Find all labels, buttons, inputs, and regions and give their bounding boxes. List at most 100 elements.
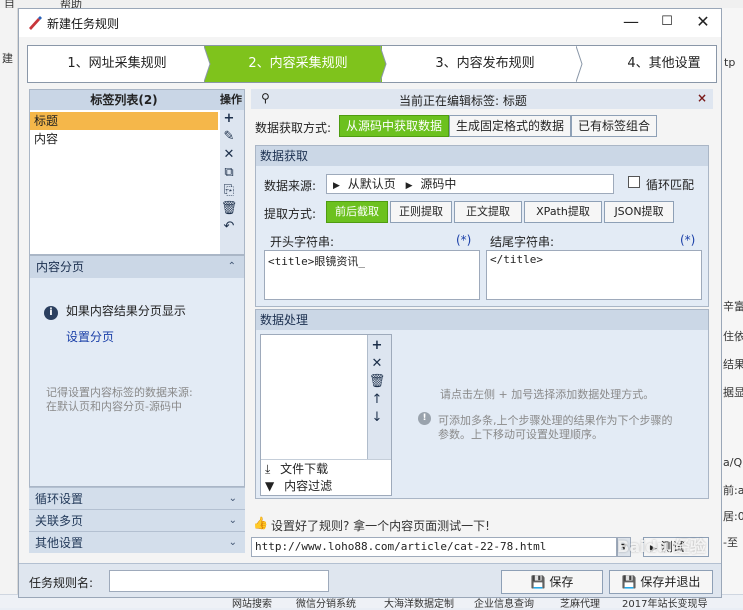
file-download-action[interactable]: ⤓ 文件下载: [261, 459, 391, 477]
content-paging-panel: 内容分页 ⌃ i 如果内容结果分页显示 设置分页 记得设置内容标签的数据来源: …: [29, 255, 245, 487]
tag-item-title[interactable]: 标题: [30, 112, 218, 130]
delete-processing-icon[interactable]: ✕: [368, 355, 386, 373]
bg-right-text: 结果: [723, 358, 743, 371]
edit-icon[interactable]: ✎: [220, 128, 238, 146]
new-task-rule-dialog: 新建任务规则 — ☐ ✕ 1、网址采集规则 2、内容采集规则 3、内容发布规则 …: [18, 8, 722, 598]
background-window-left: 建: [0, 8, 18, 608]
data-fetch-header: 数据获取: [256, 146, 708, 166]
step-other-settings[interactable]: 4、其他设置: [594, 46, 716, 82]
extract-text-button[interactable]: 正文提取: [454, 201, 522, 223]
bg-right-text: 居:0: [723, 510, 743, 523]
loop-match-label: 循环匹配: [646, 178, 695, 192]
close-button[interactable]: ✕: [685, 9, 721, 37]
loop-settings-label: 循环设置: [35, 492, 84, 506]
data-fetch-panel: 数据获取 数据来源: ▶ 从默认页 ▶ 源码中 循环匹配 提取方式: 前后截取正…: [255, 145, 709, 307]
editor-close-icon[interactable]: ×: [697, 91, 707, 105]
add-processing-icon[interactable]: +: [368, 337, 386, 355]
method-buttons: 从源码中获取数据 生成固定格式的数据 已有标签组合: [339, 115, 658, 137]
start-regex-star[interactable]: (*): [456, 233, 471, 247]
step-arrow-icon: [576, 46, 583, 82]
path-arrow-icon: ▶: [333, 181, 340, 191]
task-name-input[interactable]: [109, 570, 329, 592]
method-fixed-button[interactable]: 生成固定格式的数据: [449, 115, 572, 137]
undo-icon[interactable]: ↶: [220, 218, 238, 236]
extract-regex-button[interactable]: 正则提取: [390, 201, 452, 223]
step-url-rules[interactable]: 1、网址采集规则: [28, 46, 206, 82]
extract-xpath-button[interactable]: XPath提取: [524, 201, 602, 223]
tag-ops-toolbar: + ✎ ✕ ⧉ ⎘ 🗑 ↶: [220, 110, 244, 254]
add-icon[interactable]: +: [220, 110, 238, 128]
step-publish-rules[interactable]: 3、内容发布规则: [394, 46, 576, 82]
other-settings-header[interactable]: 其他设置 ⌄: [29, 531, 245, 553]
source-label: 数据来源:: [264, 179, 317, 193]
save-exit-icon: 💾: [621, 575, 637, 589]
copy-icon[interactable]: ⧉: [220, 164, 238, 182]
content-filter-action[interactable]: ▼ 内容过滤: [261, 477, 391, 495]
bg-right-text: 前:a: [723, 484, 743, 497]
start-string-input[interactable]: <title>眼镜资讯_: [264, 250, 480, 300]
dialog-title: 新建任务规则: [47, 17, 120, 31]
tag-list-header: 标签列表(2): [30, 90, 218, 110]
extract-json-button[interactable]: JSON提取: [604, 201, 674, 223]
pin-icon: ⚲: [261, 91, 270, 105]
bg-right-text: -至: [723, 536, 738, 549]
bg-right-text: 辛富: [723, 300, 743, 313]
paging-info-text: 如果内容结果分页显示: [65, 304, 186, 318]
maximize-button[interactable]: ☐: [649, 9, 685, 37]
bg-right-text: tp: [724, 56, 736, 69]
bg-right-text: a/Q: [723, 456, 743, 469]
multi-page-header[interactable]: 关联多页 ⌄: [29, 509, 245, 531]
source-path-field[interactable]: ▶ 从默认页 ▶ 源码中: [326, 174, 614, 194]
delete-icon[interactable]: ✕: [220, 146, 238, 164]
file-download-label: 文件下载: [280, 462, 329, 476]
thumbs-up-icon: 👍: [253, 516, 268, 530]
expand-icon[interactable]: ⌄: [229, 532, 237, 554]
filter-icon: ▼: [265, 479, 275, 493]
processing-hint-3: 参数。上下移动可设置处理顺序。: [438, 428, 603, 441]
app-pen-icon: [29, 16, 42, 30]
multi-page-label: 关联多页: [35, 514, 84, 528]
save-button[interactable]: 💾 保存: [501, 570, 603, 594]
paste-icon[interactable]: ⎘: [220, 182, 238, 200]
expand-icon[interactable]: ⌄: [229, 510, 237, 532]
background-window-top: 目 帮助: [0, 0, 743, 11]
source-path-default: 从默认页: [347, 177, 396, 191]
title-bar[interactable]: 新建任务规则 — ☐ ✕: [19, 9, 721, 37]
loop-match-checkbox[interactable]: [628, 176, 640, 188]
set-paging-link[interactable]: 设置分页: [66, 328, 114, 345]
trash-processing-icon[interactable]: 🗑: [368, 373, 386, 391]
content-paging-header[interactable]: 内容分页 ⌃: [30, 256, 244, 278]
extract-before-after-button[interactable]: 前后截取: [326, 201, 388, 223]
processing-list[interactable]: + ✕ 🗑 ↑ ↓ ⤓ 文件下载 ▼ 内容过滤: [260, 334, 392, 496]
save-exit-button[interactable]: 💾 保存并退出: [609, 570, 713, 594]
end-string-input[interactable]: </title>: [486, 250, 702, 300]
method-combine-button[interactable]: 已有标签组合: [571, 115, 658, 137]
other-settings-label: 其他设置: [35, 536, 84, 550]
end-string-label: 结尾字符串:: [490, 235, 555, 249]
task-name-label: 任务规则名:: [29, 576, 94, 590]
tag-list-panel: 标签列表(2) 操作 标题 内容 + ✎ ✕ ⧉ ⎘ 🗑 ↶: [29, 89, 245, 255]
download-icon: ⤓: [265, 462, 271, 476]
extract-options: 前后截取 正则提取 正文提取 XPath提取 JSON提取: [326, 201, 674, 223]
loop-settings-header[interactable]: 循环设置 ⌄: [29, 487, 245, 509]
test-url-input[interactable]: http://www.loho88.com/article/cat-22-78.…: [251, 537, 617, 557]
minimize-button[interactable]: —: [613, 9, 649, 37]
info-icon: !: [418, 412, 431, 425]
end-regex-star[interactable]: (*): [680, 233, 695, 247]
paging-hint-2: 在默认页和内容分页-源码中: [46, 400, 182, 413]
move-up-icon[interactable]: ↑: [368, 391, 386, 409]
tag-item-content[interactable]: 内容: [30, 130, 218, 148]
save-label: 保存: [549, 575, 574, 589]
source-path-html: 源码中: [420, 177, 457, 191]
trash-icon[interactable]: 🗑: [220, 200, 238, 218]
processing-toolbar: + ✕ 🗑 ↑ ↓: [367, 335, 391, 459]
expand-icon[interactable]: ⌄: [229, 488, 237, 510]
collapse-up-icon[interactable]: ⌃: [228, 256, 236, 278]
start-string-label: 开头字符串:: [270, 235, 335, 249]
move-down-icon[interactable]: ↓: [368, 409, 386, 427]
processing-hint-1: 请点击左侧 + 加号选择添加数据处理方式。: [440, 388, 655, 401]
step-arrow-icon: [204, 46, 220, 82]
method-source-button[interactable]: 从源码中获取数据: [339, 115, 450, 137]
step-content-rules[interactable]: 2、内容采集规则: [214, 46, 382, 82]
editor-header: ⚲ 当前正在编辑标签: 标题 ×: [251, 89, 713, 109]
